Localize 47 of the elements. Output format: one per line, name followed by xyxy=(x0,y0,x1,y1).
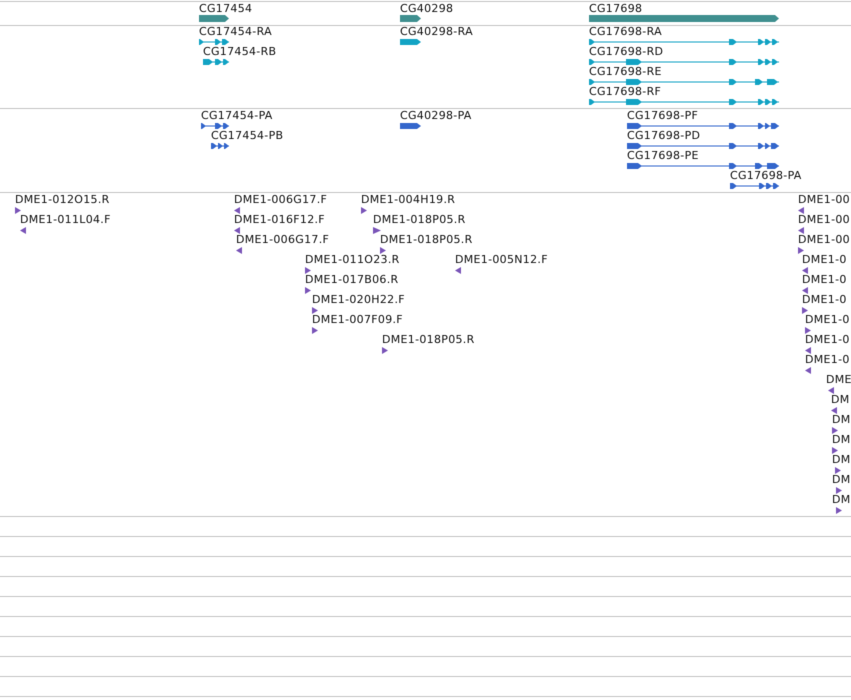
feature-label: DME xyxy=(826,373,851,386)
feature-label: DME1-011O23.R xyxy=(305,253,400,266)
feature-label: CG17698-PD xyxy=(627,129,700,142)
feature-label: DME1-004H19.R xyxy=(361,193,456,206)
feature-label: DM xyxy=(832,493,851,506)
feature-label: DME1-00 xyxy=(798,213,850,226)
feature-label: CG17698-RF xyxy=(589,85,662,98)
feature-label: DME1-005N12.F xyxy=(455,253,548,266)
feature-label: CG17698-RD xyxy=(589,45,664,58)
feature-label: DME1-012O15.R xyxy=(15,193,110,206)
feature-label: CG17454-PB xyxy=(211,129,284,142)
feature-label: DM xyxy=(832,413,851,426)
feature-label: DME1-007F09.F xyxy=(312,313,403,326)
feature-label: CG17698 xyxy=(589,2,642,15)
feature-label: DME1-0 xyxy=(802,293,847,306)
feature-label: CG17454-RA xyxy=(199,25,272,38)
feature-label: DME1-00 xyxy=(798,193,850,206)
feature-label: DME1-020H22.F xyxy=(312,293,405,306)
feature-label: DME1-00 xyxy=(798,233,850,246)
feature-label: DME1-006G17.F xyxy=(234,193,328,206)
feature-label: CG17454-PA xyxy=(201,109,273,122)
feature-label: DME1-0 xyxy=(805,333,850,346)
feature-label: DME1-0 xyxy=(802,273,847,286)
feature-label: DME1-016F12.F xyxy=(234,213,325,226)
feature-label: CG40298 xyxy=(400,2,454,15)
feature-label: CG17698-PF xyxy=(627,109,698,122)
feature-label: DM xyxy=(832,473,851,486)
feature-label: DME1-006G17.F xyxy=(236,233,330,246)
feature-label: CG17454 xyxy=(199,2,252,15)
feature-label: CG17698-PA xyxy=(730,169,802,182)
feature-label: DME1-0 xyxy=(805,353,850,366)
feature-label: CG17454-RB xyxy=(203,45,276,58)
feature-label: DM xyxy=(832,433,851,446)
feature-label: DME1-018P05.R xyxy=(382,333,475,346)
feature-label: CG17698-RA xyxy=(589,25,662,38)
feature-label: DME1-0 xyxy=(802,253,847,266)
feature-label: DM xyxy=(831,393,850,406)
feature-label: CG40298-RA xyxy=(400,25,473,38)
feature-label: DME1-0 xyxy=(805,313,850,326)
feature-label: CG40298-PA xyxy=(400,109,472,122)
feature-label: CG17698-RE xyxy=(589,65,662,78)
feature-label: DM xyxy=(832,453,851,466)
feature-label: DME1-011L04.F xyxy=(20,213,111,226)
feature-label: DME1-018P05.R xyxy=(380,233,473,246)
feature-label: DME1-017B06.R xyxy=(305,273,398,286)
feature-label: CG17698-PE xyxy=(627,149,699,162)
feature-label: DME1-018P05.R xyxy=(373,213,466,226)
